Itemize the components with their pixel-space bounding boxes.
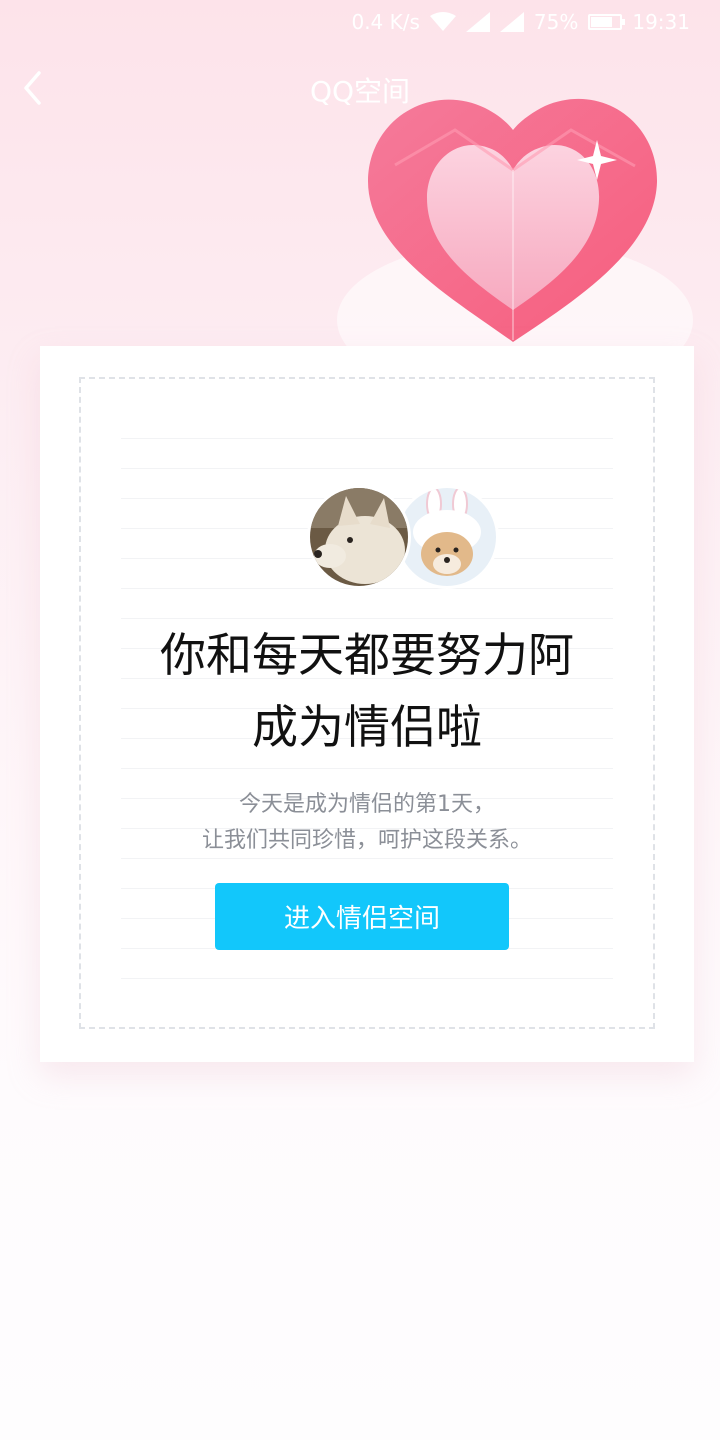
title-bar: QQ空间 (0, 60, 720, 116)
signal-icon (465, 12, 490, 32)
subtext-line-1: 今天是成为情侣的第1天， (239, 792, 495, 817)
wifi-icon (429, 12, 456, 32)
battery-fill (591, 17, 613, 27)
clock: 19:31 (632, 10, 690, 34)
network-speed: 0.4 K/s (351, 10, 420, 34)
headline-line-2: 成为情侣啦 (252, 700, 482, 754)
battery-icon (588, 14, 626, 30)
dog-bunny-hat-image (398, 488, 496, 586)
avatar-dog[interactable] (307, 485, 411, 589)
signal-icon-2 (499, 12, 524, 32)
page-title: QQ空间 (309, 75, 411, 108)
status-bar: 0.4 K/s 75% 19:31 (0, 0, 720, 44)
subtext-line-2: 让我们共同珍惜，呵护这段关系。 (201, 828, 532, 853)
subtext: 今天是成为情侣的第1天， 让我们共同珍惜，呵护这段关系。 (81, 787, 653, 859)
card-dashed-frame: 你和每天都要努力阿 成为情侣啦 今天是成为情侣的第1天， 让我们共同珍惜，呵护这… (79, 377, 655, 1029)
battery-percent: 75% (533, 10, 579, 34)
couple-card: 你和每天都要努力阿 成为情侣啦 今天是成为情侣的第1天， 让我们共同珍惜，呵护这… (40, 346, 694, 1062)
headline-line-1: 你和每天都要努力阿 (160, 628, 574, 682)
headline: 你和每天都要努力阿 成为情侣啦 (81, 619, 653, 763)
enter-couple-space-button[interactable]: 进入情侣空间 (215, 883, 509, 950)
avatar-pair (307, 485, 499, 591)
dog-avatar-image (310, 488, 408, 586)
